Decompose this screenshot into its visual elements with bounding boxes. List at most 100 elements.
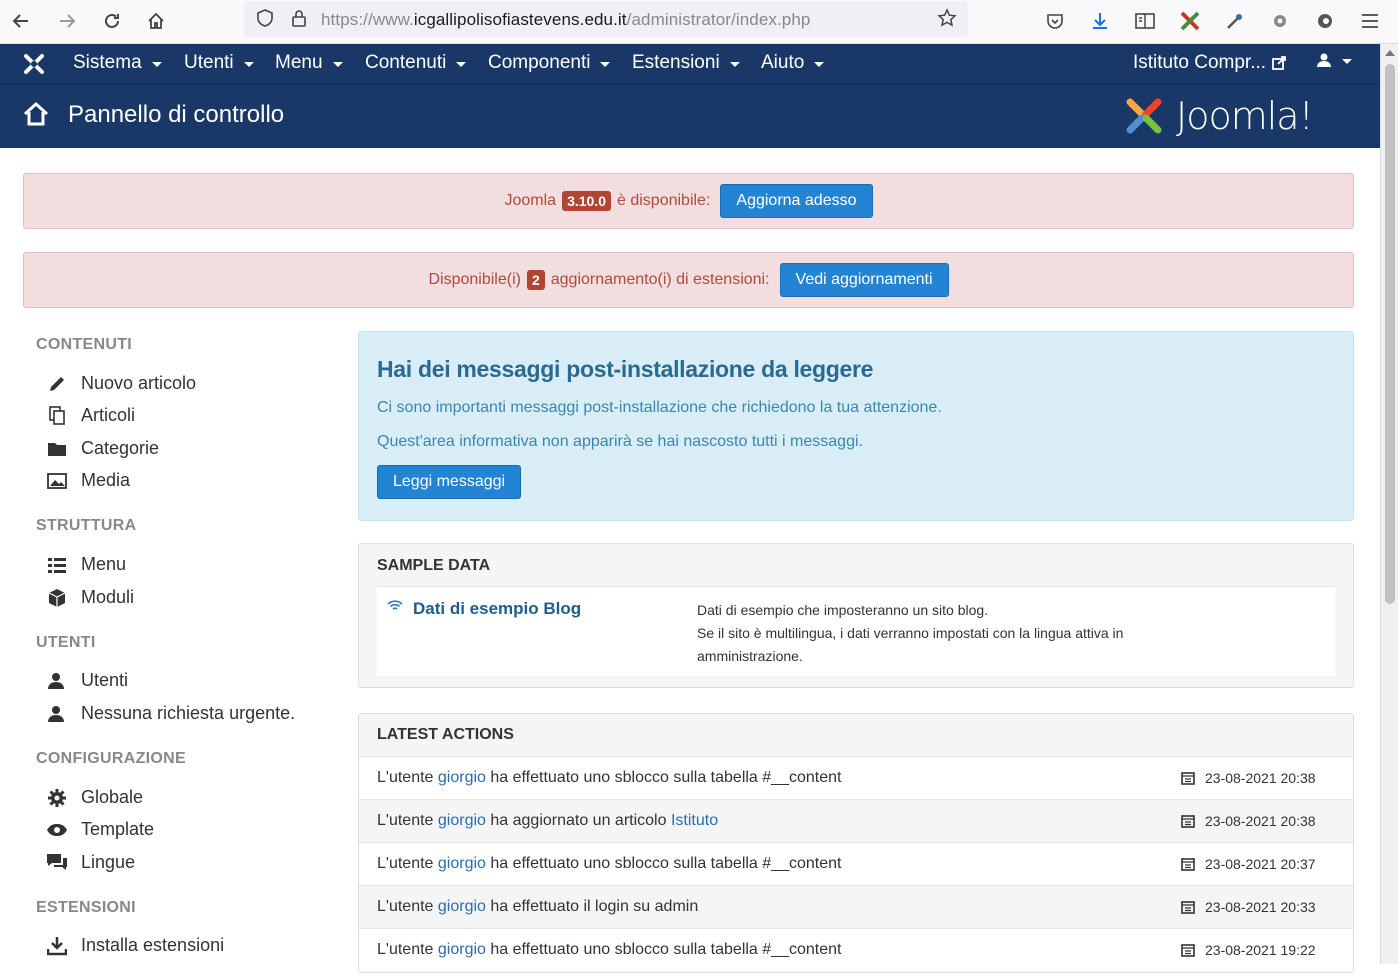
forward-icon[interactable] xyxy=(52,7,82,35)
cog-icon xyxy=(46,788,68,808)
view-updates-button[interactable]: Vedi aggiornamenti xyxy=(779,263,949,297)
action-date: 23-08-2021 20:38 xyxy=(1181,813,1316,829)
lock-icon[interactable] xyxy=(284,4,314,32)
sidebar-item-media[interactable]: Media xyxy=(46,470,130,491)
extension-x-icon[interactable] xyxy=(1175,7,1205,35)
action-row: L'utente giorgio ha effettuato uno sbloc… xyxy=(359,842,1353,885)
action-date: 23-08-2021 20:33 xyxy=(1181,899,1316,915)
nav-menu[interactable]: Menu xyxy=(275,52,343,74)
admin-top-nav: Sistema Utenti Menu Contenuti Componenti… xyxy=(0,44,1380,84)
page-scrollbar[interactable] xyxy=(1380,44,1398,964)
url-bar[interactable]: https://www.icgallipolisofiastevens.edu.… xyxy=(244,1,968,37)
latest-actions-title: LATEST ACTIONS xyxy=(377,726,514,743)
sidebar-item-utenti[interactable]: Utenti xyxy=(46,670,128,691)
user-icon xyxy=(1317,53,1331,67)
page-header: Pannello di controllo Joomla! xyxy=(0,84,1380,148)
sidebar-item-moduli[interactable]: Moduli xyxy=(46,587,134,608)
nav-sistema[interactable]: Sistema xyxy=(73,52,162,74)
user-link[interactable]: giorgio xyxy=(438,812,486,829)
browser-toolbar: https://www.icgallipolisofiastevens.edu.… xyxy=(0,0,1398,44)
sidebar-item-lingue[interactable]: Lingue xyxy=(46,852,135,873)
pocket-icon[interactable] xyxy=(1040,7,1070,35)
action-date: 23-08-2021 19:22 xyxy=(1181,942,1316,958)
download-browser-icon[interactable] xyxy=(1085,7,1115,35)
action-date: 23-08-2021 20:38 xyxy=(1181,770,1316,786)
update-now-button[interactable]: Aggiorna adesso xyxy=(720,184,873,218)
chevron-down-icon xyxy=(729,61,740,67)
scroll-up-arrow-icon[interactable] xyxy=(1385,50,1395,56)
joomla-logo: Joomla! xyxy=(1120,92,1360,140)
chevron-down-icon xyxy=(1342,58,1352,64)
site-link[interactable]: Istituto Compr... xyxy=(1133,52,1286,74)
sidebar-item-label: Articoli xyxy=(81,405,136,425)
sidebar-item-label: Menu xyxy=(81,554,127,574)
postinstall-title: Hai dei messaggi post-installazione da l… xyxy=(377,356,874,382)
sidebar-item-template[interactable]: Template xyxy=(46,819,154,840)
back-icon[interactable] xyxy=(6,7,36,35)
image-icon xyxy=(46,471,68,491)
calendar-icon xyxy=(1181,901,1195,914)
read-messages-button[interactable]: Leggi messaggi xyxy=(377,465,522,499)
sidebar-item-nuovo-articolo[interactable]: Nuovo articolo xyxy=(46,373,196,394)
copy-icon xyxy=(46,405,68,426)
joomla-small-logo-icon[interactable] xyxy=(22,52,46,76)
article-link[interactable]: Istituto xyxy=(671,812,718,829)
sidebar-item-label: Globale xyxy=(81,787,144,807)
settings-gear-icon[interactable] xyxy=(1265,7,1295,35)
shield-icon[interactable] xyxy=(250,4,280,32)
home-browser-icon[interactable] xyxy=(141,7,171,35)
ext-count-badge: 2 xyxy=(526,270,545,290)
sidebar-item-label: Moduli xyxy=(81,587,135,607)
profile-ext-icon[interactable] xyxy=(1310,7,1340,35)
eyedropper-icon[interactable] xyxy=(1220,7,1250,35)
sidebar-heading-estensioni: ESTENSIONI xyxy=(36,899,136,916)
sidebar-item-label: Media xyxy=(81,470,131,490)
user-menu[interactable] xyxy=(1316,52,1352,68)
action-date: 23-08-2021 20:37 xyxy=(1181,856,1316,872)
users-icon xyxy=(46,671,68,691)
bookmark-star-icon[interactable] xyxy=(932,4,962,32)
latest-actions-panel: LATEST ACTIONS L'utente giorgio ha effet… xyxy=(358,713,1354,973)
sidebar-item-categorie[interactable]: Categorie xyxy=(46,438,159,459)
nav-estensioni[interactable]: Estensioni xyxy=(632,52,740,74)
sidebar-item-richieste[interactable]: Nessuna richiesta urgente. xyxy=(46,703,295,724)
user-link[interactable]: giorgio xyxy=(438,855,486,872)
folder-icon xyxy=(46,439,68,459)
users-icon xyxy=(46,704,68,724)
chevron-down-icon xyxy=(243,61,254,67)
postinstall-line2: Quest'area informativa non apparirà se h… xyxy=(377,433,863,450)
sidebar-item-installa[interactable]: Installa estensioni xyxy=(46,935,224,956)
extension-update-alert: Disponibile(i) 2 aggiornamento(i) di est… xyxy=(23,252,1354,308)
user-link[interactable]: giorgio xyxy=(438,941,486,958)
nav-componenti[interactable]: Componenti xyxy=(488,52,611,74)
sample-data-row: Dati di esempio Blog Dati di esempio che… xyxy=(377,586,1335,676)
sidebar-item-articoli[interactable]: Articoli xyxy=(46,405,135,426)
nav-aiuto[interactable]: Aiuto xyxy=(761,52,825,74)
user-link[interactable]: giorgio xyxy=(438,898,486,915)
chevron-down-icon xyxy=(151,61,162,67)
eye-icon xyxy=(46,820,68,840)
sidebar-item-label: Utenti xyxy=(81,670,129,690)
sidebar-item-globale[interactable]: Globale xyxy=(46,787,143,808)
sidebar-item-label: Lingue xyxy=(81,852,136,872)
nav-utenti[interactable]: Utenti xyxy=(184,52,254,74)
calendar-icon xyxy=(1181,815,1195,828)
user-link[interactable]: giorgio xyxy=(438,769,486,786)
scrollbar-thumb[interactable] xyxy=(1385,64,1395,604)
nav-contenuti[interactable]: Contenuti xyxy=(365,52,467,74)
update-alert-suffix: è disponibile: xyxy=(617,192,711,209)
sidebar-item-menu[interactable]: Menu xyxy=(46,554,126,575)
joomla-update-alert: Joomla 3.10.0 è disponibile: Aggiorna ad… xyxy=(23,173,1354,229)
update-alert-text: Joomla xyxy=(504,192,557,209)
comments-icon xyxy=(46,853,68,873)
sample-blog-link[interactable]: Dati di esempio Blog xyxy=(413,599,581,619)
action-text: L'utente giorgio ha effettuato uno sbloc… xyxy=(377,941,842,958)
hamburger-menu-icon[interactable] xyxy=(1355,7,1385,35)
download-icon xyxy=(46,936,68,956)
sidebar-item-label: Categorie xyxy=(81,438,160,458)
sample-data-title: SAMPLE DATA xyxy=(377,557,491,574)
sidebar-heading-utenti: UTENTI xyxy=(36,634,96,651)
reader-icon[interactable] xyxy=(1130,7,1160,35)
reload-icon[interactable] xyxy=(97,7,127,35)
ext-alert-suffix: aggiornamento(i) di estensioni: xyxy=(550,271,770,288)
